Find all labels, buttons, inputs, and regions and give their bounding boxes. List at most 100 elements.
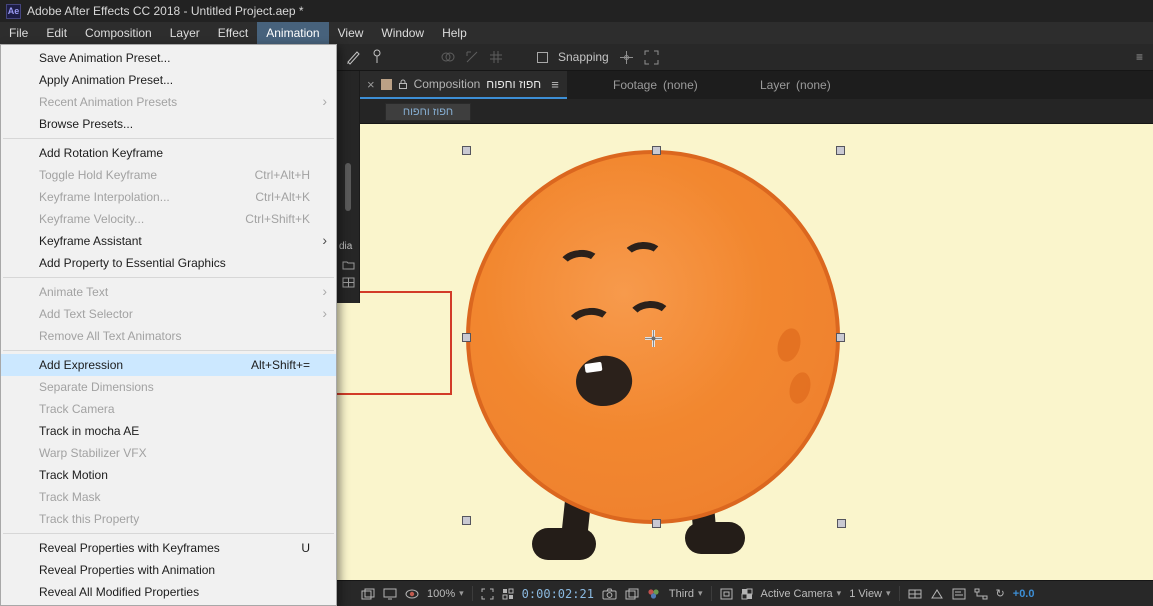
tab-footage-value: (none) xyxy=(663,78,698,92)
tab-layer[interactable]: Layer (none) xyxy=(752,71,839,99)
menu-item-label: Track Mask xyxy=(39,490,101,504)
current-time-display[interactable]: 0:00:02:21 xyxy=(522,587,594,601)
menu-item-track-this-property: Track this Property xyxy=(1,508,336,530)
menu-item-track-motion[interactable]: Track Motion xyxy=(1,464,336,486)
menu-item-warp-stabilizer-vfx: Warp Stabilizer VFX xyxy=(1,442,336,464)
preview-eye-icon[interactable] xyxy=(405,588,419,600)
menubar-composition[interactable]: Composition xyxy=(76,22,161,44)
submenu-arrow-icon: › xyxy=(322,93,327,109)
selection-handle-mid-left[interactable] xyxy=(462,333,471,342)
menubar-effect[interactable]: Effect xyxy=(209,22,257,44)
menu-item-save-animation-preset[interactable]: Save Animation Preset... xyxy=(1,47,336,69)
animation-menu: Save Animation Preset... Apply Animation… xyxy=(0,44,337,606)
menu-item-label: Reveal Properties with Animation xyxy=(39,563,215,577)
menu-item-label: Track this Property xyxy=(39,512,139,526)
menubar-view[interactable]: View xyxy=(329,22,373,44)
selection-handle-top-right[interactable] xyxy=(836,146,845,155)
show-snapshot-icon[interactable] xyxy=(625,588,639,600)
pen-tool-icon[interactable] xyxy=(345,49,361,65)
menu-item-shortcut: Ctrl+Shift+K xyxy=(245,212,310,226)
character-tooth xyxy=(584,362,602,373)
menu-item-track-in-mocha-ae[interactable]: Track in mocha AE xyxy=(1,420,336,442)
menu-separator xyxy=(3,533,334,534)
panel-thumb-icon xyxy=(381,79,392,90)
menu-item-label: Recent Animation Presets xyxy=(39,95,177,109)
menu-item-browse-presets[interactable]: Browse Presets... xyxy=(1,113,336,135)
menu-item-separate-dimensions: Separate Dimensions xyxy=(1,376,336,398)
exposure-value[interactable]: +0.0 xyxy=(1013,588,1035,600)
close-icon[interactable]: × xyxy=(367,77,375,92)
menu-item-add-property-to-essential-graphics[interactable]: Add Property to Essential Graphics xyxy=(1,252,336,274)
menu-item-label: Save Animation Preset... xyxy=(39,51,170,65)
menubar-file[interactable]: File xyxy=(0,22,37,44)
menu-item-label: Add Expression xyxy=(39,358,123,372)
selection-handle-mid-right[interactable] xyxy=(836,333,845,342)
composition-region-icon[interactable] xyxy=(502,588,514,600)
transparency-grid-icon[interactable] xyxy=(741,588,753,600)
camera-view-value: Active Camera xyxy=(761,588,833,600)
puppet-overlap-icon xyxy=(441,50,455,64)
anchor-point-icon[interactable] xyxy=(645,330,662,347)
snap-options-icon[interactable] xyxy=(619,50,634,65)
menu-item-add-expression[interactable]: Add Expression Alt+Shift+= xyxy=(1,354,336,376)
chevron-down-icon: ▾ xyxy=(837,588,842,599)
menu-item-keyframe-velocity: Keyframe Velocity... Ctrl+Shift+K xyxy=(1,208,336,230)
menubar-window[interactable]: Window xyxy=(372,22,433,44)
tab-layer-value: (none) xyxy=(796,78,831,92)
expand-options-icon[interactable] xyxy=(644,50,659,65)
folder-icon[interactable] xyxy=(342,259,355,270)
menu-item-label: Animate Text xyxy=(39,285,108,299)
reset-exposure-icon[interactable]: ↻ xyxy=(996,587,1005,600)
menu-item-add-rotation-keyframe[interactable]: Add Rotation Keyframe xyxy=(1,142,336,164)
character-orange-ball[interactable] xyxy=(466,150,840,580)
camera-view-dropdown[interactable]: Active Camera ▾ xyxy=(761,588,842,600)
text-layer-outline[interactable] xyxy=(337,291,452,395)
flowchart-icon[interactable] xyxy=(974,588,988,600)
fast-previews-icon[interactable] xyxy=(930,588,944,600)
tab-footage-label: Footage xyxy=(613,78,657,92)
menu-item-reveal-properties-with-keyframes[interactable]: Reveal Properties with Keyframes U xyxy=(1,537,336,559)
menubar-help[interactable]: Help xyxy=(433,22,476,44)
menu-item-label: Add Property to Essential Graphics xyxy=(39,256,226,270)
menu-item-keyframe-assistant[interactable]: Keyframe Assistant › xyxy=(1,230,336,252)
tools-toolbar: Snapping ≡ xyxy=(337,44,1153,71)
resolution-dropdown[interactable]: Third ▾ xyxy=(669,588,703,600)
menubar-edit[interactable]: Edit xyxy=(37,22,76,44)
composition-viewer[interactable] xyxy=(337,124,1153,580)
selection-handle-bottom-right[interactable] xyxy=(837,519,846,528)
menu-item-reveal-all-modified-properties[interactable]: Reveal All Modified Properties xyxy=(1,581,336,603)
view-layout-dropdown[interactable]: 1 View ▾ xyxy=(849,588,890,600)
grid-panel-icon[interactable] xyxy=(342,277,355,288)
menu-item-apply-animation-preset[interactable]: Apply Animation Preset... xyxy=(1,69,336,91)
pixel-aspect-icon[interactable] xyxy=(908,588,922,600)
selection-handle-top-center[interactable] xyxy=(652,146,661,155)
toggle-mask-paths-icon[interactable] xyxy=(481,588,494,600)
menubar-layer[interactable]: Layer xyxy=(161,22,209,44)
timeline-icon[interactable] xyxy=(952,588,966,600)
view-layout-value: 1 View xyxy=(849,588,882,600)
menu-item-label: Remove All Text Animators xyxy=(39,329,182,343)
grid-guides-icon[interactable] xyxy=(361,588,375,600)
region-of-interest-icon[interactable] xyxy=(720,588,733,600)
menu-item-reveal-properties-with-animation[interactable]: Reveal Properties with Animation xyxy=(1,559,336,581)
magnification-dropdown[interactable]: 100% ▾ xyxy=(427,588,464,600)
tab-footage[interactable]: Footage (none) xyxy=(605,71,706,99)
snapshot-camera-icon[interactable] xyxy=(602,588,617,600)
tab-composition[interactable]: × Composition חפוז וחפוח ≡ xyxy=(359,71,567,99)
puppet-pin-tool-icon[interactable] xyxy=(371,49,383,65)
snapping-checkbox[interactable] xyxy=(537,52,548,63)
selection-handle-top-left[interactable] xyxy=(462,146,471,155)
scrollbar[interactable] xyxy=(345,163,351,211)
monitor-icon[interactable] xyxy=(383,588,397,600)
tab-menu-icon[interactable]: ≡ xyxy=(551,77,559,92)
navigator-comp-tab[interactable]: חפוז וחפוח xyxy=(385,103,471,121)
lock-icon[interactable] xyxy=(398,78,408,90)
selection-handle-bottom-left[interactable] xyxy=(462,516,471,525)
resolution-value: Third xyxy=(669,588,694,600)
panel-menu-icon[interactable]: ≡ xyxy=(1136,50,1143,64)
menu-item-label: Track Camera xyxy=(39,402,115,416)
channel-settings-icon[interactable] xyxy=(647,588,661,600)
menu-bar: File Edit Composition Layer Effect Anima… xyxy=(0,22,1153,44)
menubar-animation[interactable]: Animation xyxy=(257,22,328,44)
selection-handle-bottom-center[interactable] xyxy=(652,519,661,528)
